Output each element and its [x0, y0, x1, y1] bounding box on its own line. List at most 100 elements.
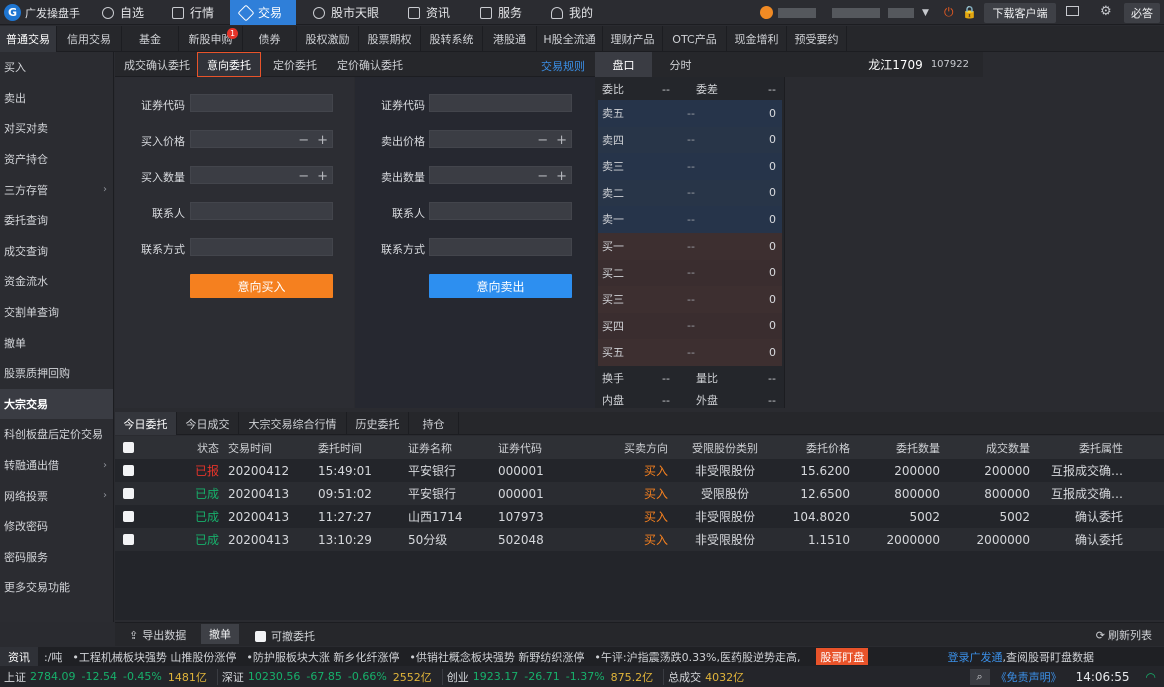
tab-h-share[interactable]: H股全流通: [537, 26, 603, 52]
sidebar-item-change-password[interactable]: 修改密码: [0, 511, 113, 542]
lock-icon[interactable]: 🔒: [962, 5, 977, 19]
buy-qty-input[interactable]: − +: [190, 166, 333, 184]
col-direction[interactable]: 买卖方向: [588, 436, 668, 459]
row-checkbox[interactable]: [123, 488, 134, 499]
bid-level-5[interactable]: 买五 -- 0: [598, 339, 782, 366]
table-row[interactable]: 已成 20200413 13:10:29 50分级 502048 买入 非受限股…: [115, 528, 1164, 551]
intent-buy-button[interactable]: 意向买入: [190, 274, 333, 298]
tab-today-orders[interactable]: 今日委托: [115, 412, 177, 435]
tab-tender-offer[interactable]: 预受要约: [787, 26, 847, 52]
buy-phone-input[interactable]: [190, 238, 333, 256]
tab-fund[interactable]: 基金: [122, 26, 179, 52]
disclaimer-link[interactable]: 《免责声明》: [990, 669, 1068, 685]
tab-margin-trade[interactable]: 信用交易: [57, 26, 122, 52]
tab-otc[interactable]: OTC产品: [663, 26, 727, 52]
sidebar-item-sell[interactable]: 卖出: [0, 83, 113, 114]
tab-intraday[interactable]: 分时: [652, 52, 709, 77]
tab-deal-confirm[interactable]: 成交确认委托: [117, 52, 197, 77]
nav-service[interactable]: 服务: [470, 0, 536, 25]
col-deal-qty[interactable]: 成交数量: [945, 436, 1030, 459]
nav-trade[interactable]: 交易: [230, 0, 296, 25]
bid-level-1[interactable]: 买一 -- 0: [598, 233, 782, 260]
sell-phone-input[interactable]: [429, 238, 572, 256]
nav-mine[interactable]: 我的: [541, 0, 607, 25]
tab-wealth[interactable]: 理财产品: [603, 26, 663, 52]
stock-watch-promo[interactable]: 股哥盯盘: [816, 648, 869, 665]
row-checkbox[interactable]: [123, 511, 134, 522]
sidebar-item-voting[interactable]: 网络投票 ›: [0, 480, 113, 511]
download-client-button[interactable]: 下载客户端: [984, 3, 1056, 23]
sidebar-item-refinancing[interactable]: 转融通出借 ›: [0, 450, 113, 481]
search-icon[interactable]: ⌕: [969, 668, 990, 685]
index-sz-name[interactable]: 深证: [216, 668, 248, 685]
sidebar-item-star-after-hours[interactable]: 科创板盘后定价交易: [0, 419, 113, 450]
bid-level-4[interactable]: 买四 -- 0: [598, 312, 782, 339]
sidebar-item-positions[interactable]: 资产持仓: [0, 144, 113, 175]
ticker-item[interactable]: •午评:沪指震荡跌0.33%,医药股逆势走高,: [594, 649, 812, 665]
bid-level-2[interactable]: 买二 -- 0: [598, 259, 782, 286]
row-checkbox[interactable]: [123, 465, 134, 476]
ask-level-3[interactable]: 卖三 -- 0: [598, 153, 782, 180]
sidebar-item-cashflow[interactable]: 资金流水: [0, 266, 113, 297]
tab-equity-incentive[interactable]: 股权激励: [297, 26, 359, 52]
sell-code-input[interactable]: [429, 94, 572, 112]
trade-rules-link[interactable]: 交易规则: [541, 58, 585, 74]
tab-bond[interactable]: 债券: [243, 26, 297, 52]
tab-cash[interactable]: 现金增利: [727, 26, 787, 52]
refresh-button[interactable]: ⟳ 刷新列表: [1096, 627, 1152, 643]
sidebar-item-order-query[interactable]: 委托查询: [0, 205, 113, 236]
sell-contact-input[interactable]: [429, 202, 572, 220]
table-row[interactable]: 已成 20200413 11:27:27 山西1714 107973 买入 非受…: [115, 505, 1164, 528]
sidebar-item-block-trade[interactable]: 大宗交易: [0, 388, 113, 420]
tab-today-deals[interactable]: 今日成交: [177, 412, 239, 435]
tab-ipo[interactable]: 新股申购 1: [179, 26, 243, 52]
minus-icon[interactable]: −: [537, 169, 548, 184]
sidebar-item-deal-query[interactable]: 成交查询: [0, 236, 113, 267]
tab-hk-connect[interactable]: 港股通: [483, 26, 537, 52]
nav-market[interactable]: 行情: [162, 0, 228, 25]
sidebar-item-custody[interactable]: 三方存管 ›: [0, 174, 113, 205]
plus-icon[interactable]: +: [556, 169, 567, 184]
tab-block-market[interactable]: 大宗交易综合行情: [239, 412, 347, 435]
tab-fixed-price[interactable]: 定价委托: [263, 52, 327, 77]
app-logo[interactable]: G 广发操盘手: [0, 0, 90, 25]
minus-icon[interactable]: −: [537, 133, 548, 148]
ticker-item[interactable]: :/吨: [38, 649, 72, 665]
table-row[interactable]: 已成 20200413 09:51:02 平安银行 000001 买入 受限股份…: [115, 482, 1164, 505]
cancellable-filter[interactable]: 可撤委托: [255, 628, 315, 644]
table-row[interactable]: 已报 20200412 15:49:01 平安银行 000001 买入 非受限股…: [115, 459, 1164, 482]
row-checkbox[interactable]: [123, 534, 134, 545]
col-security-name[interactable]: 证券名称: [408, 436, 494, 459]
tab-stock-option[interactable]: 股票期权: [359, 26, 421, 52]
col-order-qty[interactable]: 委托数量: [855, 436, 940, 459]
sell-qty-input[interactable]: − +: [429, 166, 572, 184]
select-all-checkbox[interactable]: [123, 442, 134, 453]
tab-fixed-price-confirm[interactable]: 定价确认委托: [329, 52, 411, 77]
sidebar-item-cross[interactable]: 对买对卖: [0, 113, 113, 144]
col-restricted-type[interactable]: 受限股份类别: [675, 436, 775, 459]
nav-skyeye[interactable]: 股市天眼: [303, 0, 395, 25]
tab-neeq[interactable]: 股转系统: [421, 26, 483, 52]
nav-watchlist[interactable]: 自选: [92, 0, 158, 25]
sell-price-input[interactable]: − +: [429, 130, 572, 148]
sidebar-item-settlement[interactable]: 交割单查询: [0, 297, 113, 328]
plus-icon[interactable]: +: [556, 133, 567, 148]
tab-history-orders[interactable]: 历史委托: [347, 412, 409, 435]
cancellable-checkbox[interactable]: [255, 630, 266, 642]
bid-level-3[interactable]: 买三 -- 0: [598, 286, 782, 313]
power-icon[interactable]: ⏻: [944, 5, 954, 20]
avatar[interactable]: [760, 6, 773, 19]
sidebar-item-cancel[interactable]: 撤单: [0, 327, 113, 358]
minus-icon[interactable]: −: [298, 133, 309, 148]
sidebar-item-more[interactable]: 更多交易功能: [0, 572, 113, 603]
mail-icon[interactable]: [1066, 6, 1079, 16]
ticker-item[interactable]: •供销社概念板块强势 新野纺织涨停: [409, 649, 594, 665]
col-trade-time[interactable]: 交易时间: [228, 436, 314, 459]
export-button[interactable]: ⇪ 导出数据: [129, 627, 186, 643]
tab-holdings[interactable]: 持仓: [409, 412, 459, 435]
col-order-price[interactable]: 委托价格: [780, 436, 850, 459]
plus-icon[interactable]: +: [317, 133, 328, 148]
ask-level-1[interactable]: 卖一 -- 0: [598, 206, 782, 233]
sidebar-item-pledge[interactable]: 股票质押回购: [0, 358, 113, 389]
buy-code-input[interactable]: [190, 94, 333, 112]
